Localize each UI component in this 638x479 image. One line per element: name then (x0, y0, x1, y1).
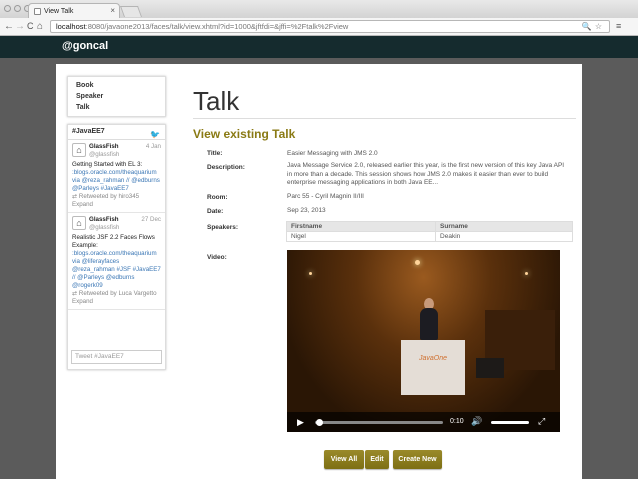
reload-icon[interactable]: C (27, 20, 34, 33)
avatar[interactable]: ⌂ (72, 216, 86, 230)
window-controls (4, 5, 31, 12)
section-title: View existing Talk (193, 127, 296, 141)
fullscreen-icon[interactable]: ⤢ (538, 416, 545, 427)
tweet: ⌂ GlassFish @glassfish 4 Jan Getting Sta… (68, 140, 165, 213)
speaker-surname: Deakin (435, 231, 573, 242)
sidebar-nav: Book Speaker Talk (67, 76, 166, 117)
sidebar-item-book[interactable]: Book (68, 80, 165, 91)
play-icon[interactable]: ▶ (297, 417, 304, 428)
back-icon[interactable]: ← (4, 20, 14, 33)
window-minimize-button[interactable] (14, 5, 21, 12)
title-label: Title: (207, 150, 223, 157)
progress-knob[interactable] (315, 419, 323, 426)
tweet-date[interactable]: 4 Jan (146, 143, 161, 151)
tweet: ⌂ GlassFish @glassfish 27 Dec Realistic … (68, 213, 165, 310)
brand-logo[interactable]: @goncal (62, 40, 108, 52)
browser-titlebar: View Talk × (0, 0, 638, 18)
volume-icon[interactable]: 🔊 (471, 416, 482, 427)
create-new-button[interactable]: Create New (393, 450, 442, 469)
sidebar-item-speaker[interactable]: Speaker (68, 91, 165, 102)
column-header-firstname: Firstname (285, 221, 437, 232)
tweet-expand-link[interactable]: Expand (72, 201, 161, 209)
date-label: Date: (207, 208, 224, 215)
podium-logo: JavaOne (419, 355, 448, 362)
retweet-text: Retweeted by Luca Vargetto (78, 290, 157, 297)
view-all-button[interactable]: View All (324, 450, 364, 469)
ceiling-light (415, 260, 420, 265)
video-controls: ▶ 0:10 🔊 ⤢ (287, 412, 560, 432)
speaker-firstname: Nigel (285, 231, 437, 242)
tweet-links[interactable]: :blogs.oracle.com/theaquarium via @lifer… (72, 250, 161, 290)
table-header-row: Firstname Surname (285, 221, 573, 232)
tweet-compose-input[interactable]: Tweet #JavaEE7 (71, 350, 162, 364)
tweet-retweet-info: ⇄ Retweeted by hiro345 (72, 193, 140, 200)
room-value: Parc 55 - Cyril Magnin II/III (287, 193, 364, 200)
tweet-expand-link[interactable]: Expand (72, 298, 161, 306)
home-icon[interactable]: ⌂ (37, 20, 43, 33)
app-header: @goncal (0, 36, 638, 58)
avatar[interactable]: ⌂ (72, 143, 86, 157)
browser-toolbar: ← → C ⌂ localhost:8080/javaone2013/faces… (0, 18, 638, 36)
video-progress-bar[interactable] (315, 419, 443, 426)
tweet-text: Realistic JSF 2.2 Faces Flows Example: (72, 234, 155, 249)
ceiling-light (309, 272, 312, 275)
video-player[interactable]: JavaOne ▶ 0:10 🔊 ⤢ (287, 250, 560, 432)
ceiling-light (525, 272, 528, 275)
forward-icon[interactable]: → (15, 20, 25, 33)
page-title: Talk (193, 86, 240, 116)
video-label: Video: (207, 254, 227, 261)
tweet-links[interactable]: :blogs.oracle.com/theaquarium via @reza_… (72, 169, 161, 193)
title-divider (193, 118, 576, 119)
twitter-widget: #JavaEE7 🐦 ⌂ GlassFish @glassfish 4 Jan … (67, 124, 166, 370)
room-label: Room: (207, 194, 228, 201)
url-path: :8080/javaone2013/faces/talk/view.xhtml?… (85, 22, 349, 31)
sidebar-item-talk[interactable]: Talk (68, 102, 165, 113)
edit-button[interactable]: Edit (365, 450, 389, 469)
speaker-figure (420, 308, 438, 340)
tweet-retweet-info: ⇄ Retweeted by Luca Vargetto (72, 290, 157, 297)
tab-title: View Talk (44, 7, 74, 15)
table-row[interactable]: Nigel Deakin (285, 231, 573, 242)
retweet-text: Retweeted by hiro345 (78, 193, 140, 200)
speakers-table: Firstname Surname Nigel Deakin (285, 221, 573, 242)
tweet-date[interactable]: 27 Dec (141, 216, 161, 224)
browser-tab[interactable]: View Talk × (28, 3, 120, 18)
title-value: Easier Messaging with JMS 2.0 (287, 150, 378, 157)
new-tab-button[interactable] (119, 6, 143, 17)
speakers-label: Speakers: (207, 224, 239, 231)
column-header-surname: Surname (435, 221, 573, 232)
content-card: Book Speaker Talk #JavaEE7 🐦 ⌂ GlassFish… (56, 64, 582, 479)
tweet-text: Getting Started with EL 3: (72, 161, 143, 168)
url-host: localhost (56, 22, 86, 31)
video-time: 0:10 (450, 418, 464, 425)
favicon-icon (34, 7, 41, 15)
podium: JavaOne (401, 340, 465, 395)
address-bar-icons: 🔍☆ (581, 22, 605, 31)
volume-slider[interactable] (491, 421, 529, 424)
window-close-button[interactable] (4, 5, 11, 12)
menu-icon[interactable]: ≡ (616, 20, 621, 33)
hashtag-title[interactable]: #JavaEE7 (72, 128, 105, 135)
description-label: Description: (207, 164, 245, 171)
twitter-widget-header: #JavaEE7 🐦 (68, 125, 165, 140)
address-bar[interactable]: localhost:8080/javaone2013/faces/talk/vi… (50, 20, 610, 33)
date-value: Sep 23, 2013 (287, 207, 326, 214)
tab-close-icon[interactable]: × (110, 6, 115, 15)
description-value: Java Message Service 2.0, released earli… (287, 162, 565, 186)
laptop (476, 358, 504, 378)
